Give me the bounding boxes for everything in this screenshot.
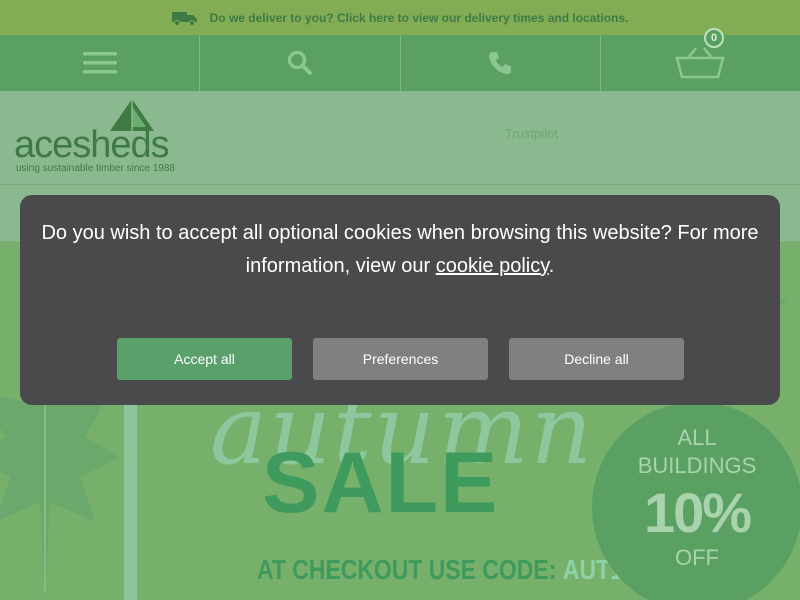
header: acesheds using sustainable timber since … <box>0 91 800 185</box>
cookie-policy-link[interactable]: cookie policy <box>436 255 549 277</box>
logo-tagline: using sustainable timber since 1988 <box>16 163 175 174</box>
nav-bar <box>0 35 800 91</box>
phone-button[interactable] <box>401 35 601 91</box>
preferences-button[interactable]: Preferences <box>313 338 488 380</box>
menu-icon <box>82 52 117 74</box>
cookie-message: Do you wish to accept all optional cooki… <box>40 217 760 283</box>
logo-wordmark: acesheds <box>14 124 170 166</box>
logo-ace-text: ace <box>14 124 73 166</box>
decline-all-button[interactable]: Decline all <box>509 338 684 380</box>
acesheds-logo[interactable]: acesheds using sustainable timber since … <box>14 99 194 179</box>
search-button[interactable] <box>200 35 401 91</box>
basket-icon <box>675 47 725 79</box>
cookie-message-text: Do you wish to accept all optional cooki… <box>41 222 759 277</box>
accept-all-button[interactable]: Accept all <box>117 338 292 380</box>
logo-sheds-text: sheds <box>72 124 169 166</box>
delivery-banner[interactable]: Do we deliver to you? Click here to view… <box>0 0 800 35</box>
discount-badge: ALL BUILDINGS 10% OFF <box>592 402 800 600</box>
badge-line-buildings: BUILDINGS <box>637 453 757 478</box>
cookie-message-suffix: . <box>548 255 555 277</box>
badge-line-all: ALL <box>677 425 717 450</box>
trustpilot-widget[interactable]: Trustpilot <box>505 126 558 141</box>
search-icon <box>287 50 312 75</box>
cookie-consent-dialog: Do you wish to accept all optional cooki… <box>20 195 780 405</box>
phone-icon <box>489 52 512 74</box>
delivery-banner-text[interactable]: Do we deliver to you? Click here to view… <box>210 11 629 25</box>
truck-icon <box>171 11 197 26</box>
hero-sale-heading: SALE <box>262 435 500 531</box>
hero-promo-code-line: AT CHECKOUT USE CODE: AUT10 <box>257 554 636 586</box>
basket-button[interactable] <box>601 35 800 91</box>
basket-count-badge: 0 <box>704 28 724 48</box>
promo-code-label: AT CHECKOUT USE CODE: <box>257 554 557 585</box>
menu-button[interactable] <box>0 35 201 91</box>
badge-percent: 10% <box>643 481 752 544</box>
badge-line-off: OFF <box>675 545 719 570</box>
